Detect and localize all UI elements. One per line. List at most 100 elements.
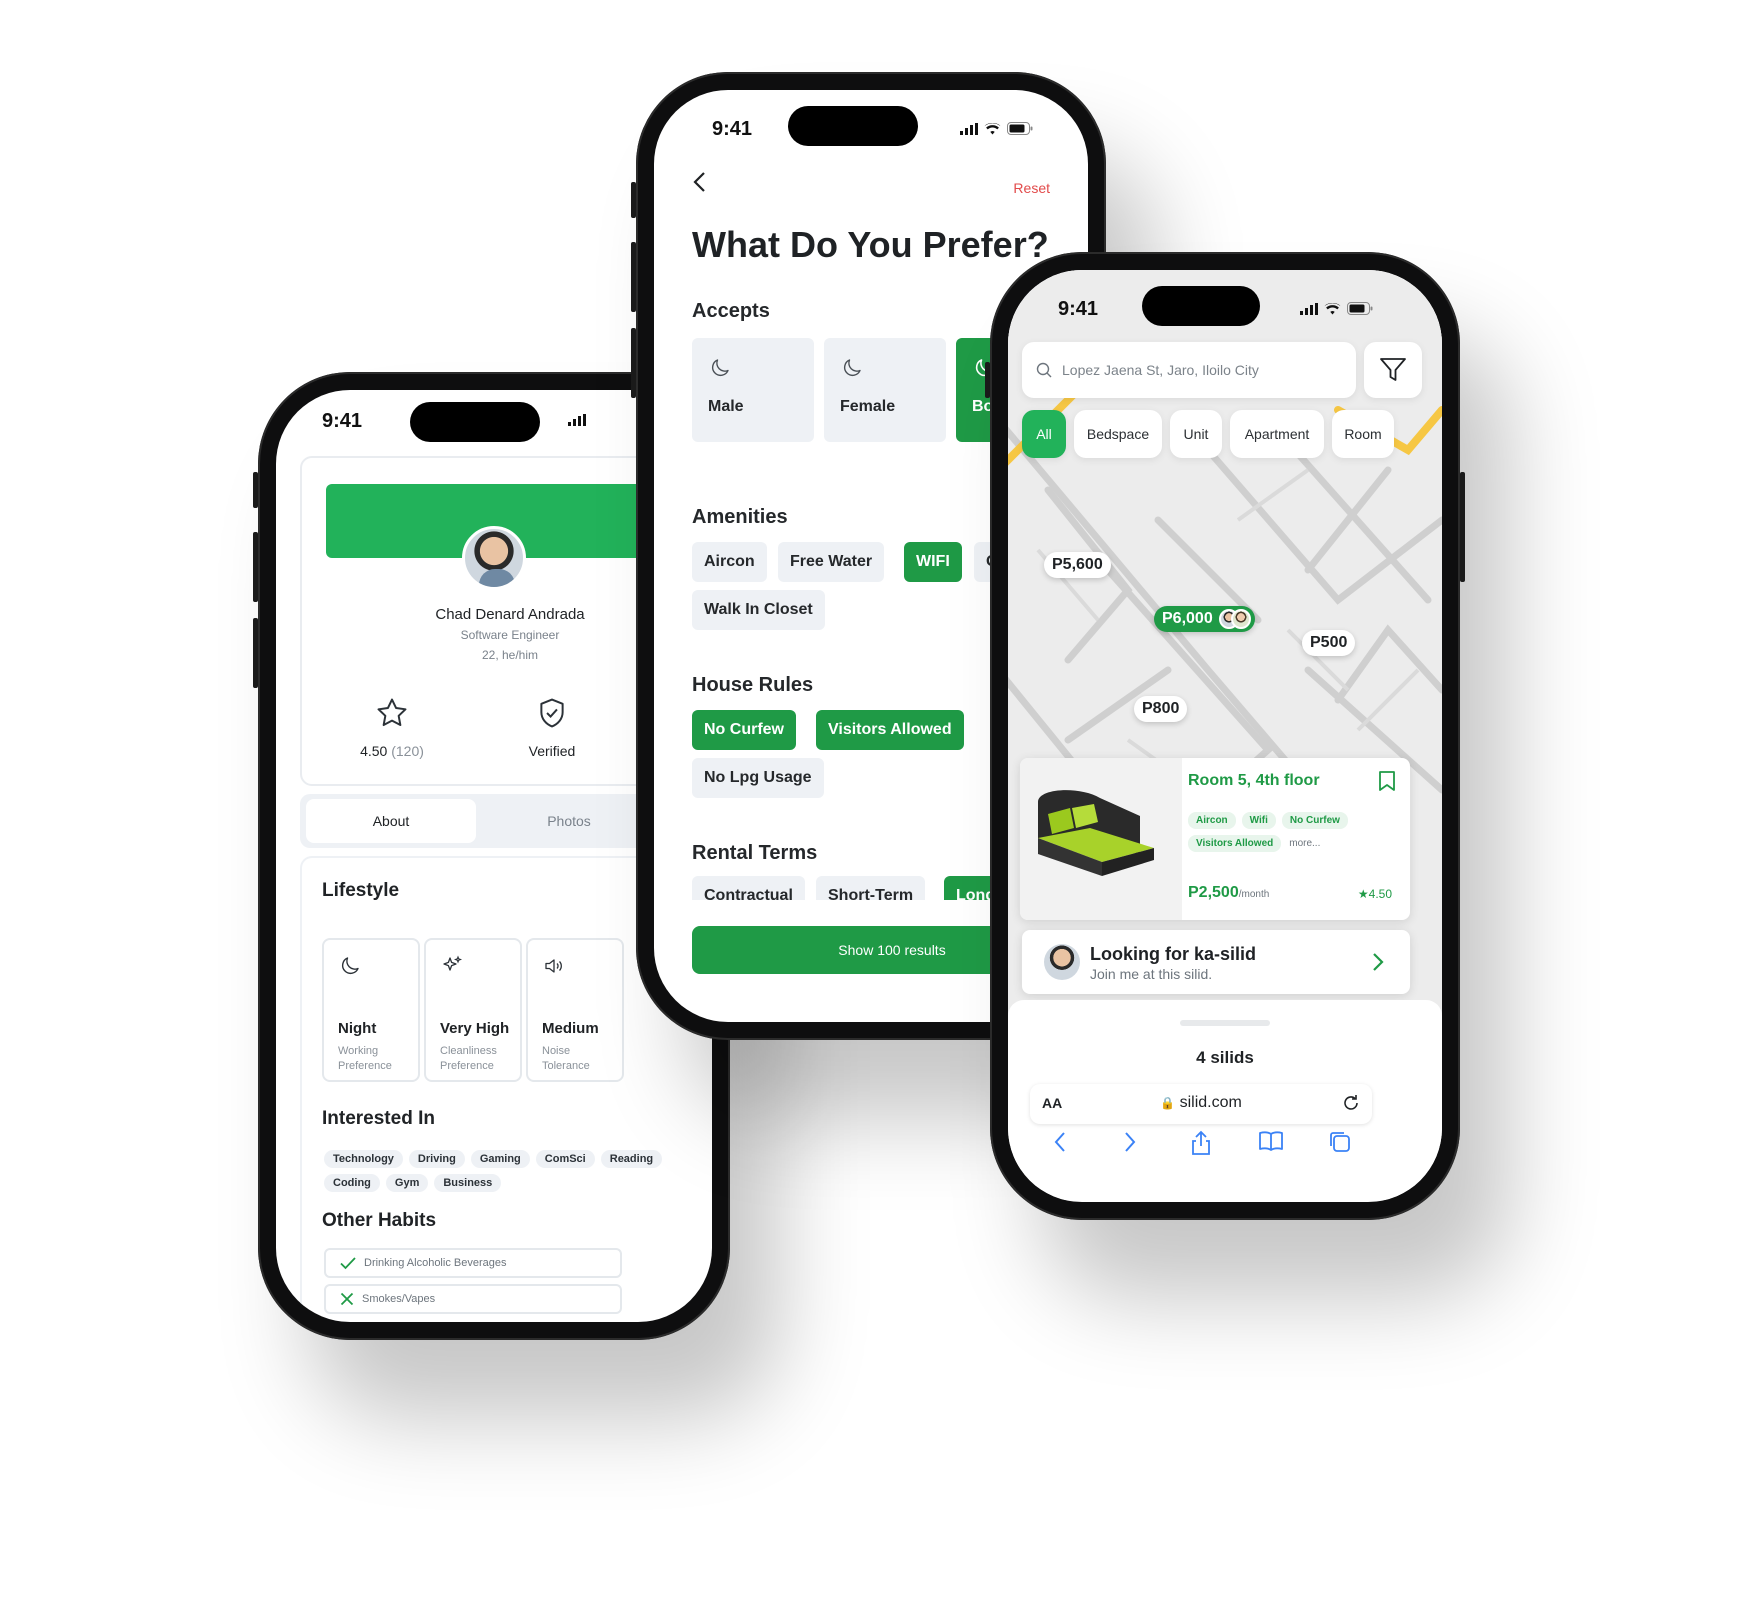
- category-unit[interactable]: Unit: [1170, 410, 1222, 458]
- avatar: [1230, 609, 1251, 629]
- category-room[interactable]: Room: [1332, 410, 1394, 458]
- rating-count: (120): [391, 743, 424, 759]
- price-pin[interactable]: P500: [1302, 630, 1356, 656]
- accepts-option-female[interactable]: Female: [824, 338, 946, 442]
- interest-tag: Driving: [408, 1150, 465, 1168]
- verified-stat: Verified: [492, 696, 612, 759]
- accepts-heading: Accepts: [692, 300, 770, 322]
- moon-icon: [843, 359, 861, 377]
- category-all[interactable]: All: [1022, 410, 1066, 458]
- shield-check-icon: [540, 698, 564, 728]
- signal-icon: [568, 414, 586, 426]
- habit-label: Smokes/Vapes: [362, 1293, 436, 1305]
- browser-address-bar[interactable]: AA 🔒 silid.com: [1030, 1084, 1372, 1124]
- amenity-chip[interactable]: Aircon: [692, 542, 767, 582]
- interest-tag: Coding: [324, 1174, 380, 1192]
- rating-stat[interactable]: 4.50 (120): [332, 696, 452, 759]
- forward-nav-icon[interactable]: [1122, 1130, 1138, 1154]
- habit-item: Smokes/Vapes: [324, 1284, 622, 1314]
- search-input[interactable]: Lopez Jaena St, Jaro, Iloilo City: [1022, 342, 1356, 398]
- price-pin-selected[interactable]: P6,000: [1154, 606, 1255, 632]
- habit-item: Drinking Alcoholic Beverages: [324, 1248, 622, 1278]
- check-icon: [340, 1257, 356, 1270]
- battery-icon: [1347, 302, 1373, 315]
- bottom-sheet: 4 silids AA 🔒 silid.com: [1008, 1000, 1442, 1200]
- sheet-handle[interactable]: [1180, 1020, 1270, 1026]
- share-icon[interactable]: [1190, 1130, 1212, 1156]
- more-link[interactable]: more...: [1287, 835, 1328, 852]
- wifi-icon: [1324, 302, 1341, 314]
- category-apartment[interactable]: Apartment: [1230, 410, 1324, 458]
- amenity-chip[interactable]: WIFI: [904, 542, 962, 582]
- accepts-option-male[interactable]: Male: [692, 338, 814, 442]
- bookmarks-icon[interactable]: [1258, 1130, 1284, 1152]
- lifestyle-value: Night: [338, 1020, 377, 1037]
- rule-chip[interactable]: No Curfew: [692, 710, 796, 750]
- term-chip[interactable]: Short-Term: [816, 876, 926, 900]
- search-value: Lopez Jaena St, Jaro, Iloilo City: [1062, 362, 1259, 378]
- results-count: 4 silids: [1196, 1048, 1254, 1067]
- phone-side-button: [1460, 472, 1465, 582]
- listing-tag: Visitors Allowed: [1188, 835, 1282, 852]
- listing-rating: ★4.50: [1358, 887, 1392, 901]
- lifestyle-label: Cleanliness: [440, 1045, 497, 1057]
- lifestyle-card-working: Night Working Preference: [322, 938, 420, 1082]
- avatar[interactable]: [462, 526, 526, 590]
- price-pin[interactable]: P5,600: [1044, 552, 1111, 578]
- dynamic-island: [410, 402, 540, 442]
- reset-button[interactable]: Reset: [1013, 180, 1050, 196]
- listing-tags: Aircon Wifi No Curfew Visitors Allowed m…: [1188, 812, 1388, 852]
- listing-card[interactable]: Room 5, 4th floor Aircon Wifi No Curfew …: [1020, 758, 1410, 920]
- listing-price: P2,500/month: [1188, 884, 1269, 902]
- battery-icon: [1007, 122, 1033, 135]
- looking-card[interactable]: Looking for ka-silid Join me at this sil…: [1022, 930, 1410, 994]
- tab-photos[interactable]: Photos: [484, 799, 654, 843]
- lifestyle-label: Preference: [338, 1060, 392, 1072]
- reload-icon[interactable]: [1342, 1094, 1360, 1112]
- rating-value: 4.50: [360, 743, 388, 759]
- status-time: 9:41: [1058, 298, 1099, 320]
- search-icon: [1036, 362, 1052, 378]
- price-value: P2,500: [1188, 884, 1239, 901]
- page-title: What Do You Prefer?: [692, 224, 1049, 265]
- interests-heading: Interested In: [322, 1108, 435, 1129]
- status-icons: [960, 122, 1033, 135]
- phone-side-button: [253, 618, 258, 688]
- amenity-chip[interactable]: Walk In Closet: [692, 590, 825, 630]
- interest-tag: Gym: [385, 1174, 429, 1192]
- price-pin[interactable]: P800: [1134, 696, 1188, 722]
- lifestyle-label: Tolerance: [542, 1060, 590, 1072]
- back-nav-icon[interactable]: [1052, 1130, 1068, 1154]
- interest-tag: Technology: [324, 1150, 403, 1168]
- rule-chip[interactable]: Visitors Allowed: [816, 710, 964, 750]
- status-icons: [568, 414, 586, 426]
- amenity-chip[interactable]: Free Water: [778, 542, 885, 582]
- filter-icon: [1380, 358, 1406, 381]
- listing-tag: No Curfew: [1281, 812, 1348, 829]
- looking-subtitle: Join me at this silid.: [1090, 966, 1213, 982]
- wifi-icon: [984, 122, 1001, 134]
- status-time: 9:41: [322, 410, 363, 432]
- house-rules-heading: House Rules: [692, 674, 814, 696]
- phone-side-button: [631, 242, 636, 312]
- filter-button[interactable]: [1364, 342, 1422, 398]
- interest-tag: Gaming: [470, 1150, 530, 1168]
- bed-image: [1020, 758, 1182, 920]
- category-bedspace[interactable]: Bedspace: [1074, 410, 1162, 458]
- bookmark-icon[interactable]: [1378, 770, 1396, 792]
- url-text: silid.com: [1179, 1094, 1242, 1111]
- phone-side-button: [253, 532, 258, 602]
- lifestyle-value: Very High: [440, 1020, 510, 1037]
- interest-tag: Business: [434, 1174, 502, 1192]
- signal-icon: [1300, 302, 1318, 315]
- phone-side-button: [985, 362, 990, 398]
- dynamic-island: [1142, 286, 1260, 326]
- phone-side-button: [253, 472, 258, 508]
- avatar: [1044, 944, 1080, 980]
- term-chip[interactable]: Contractual: [692, 876, 805, 900]
- tab-about[interactable]: About: [306, 799, 476, 843]
- rule-chip[interactable]: No Lpg Usage: [692, 758, 824, 798]
- moon-icon: [711, 359, 729, 377]
- tabs-icon[interactable]: [1328, 1130, 1352, 1154]
- chevron-left-icon[interactable]: [692, 170, 708, 194]
